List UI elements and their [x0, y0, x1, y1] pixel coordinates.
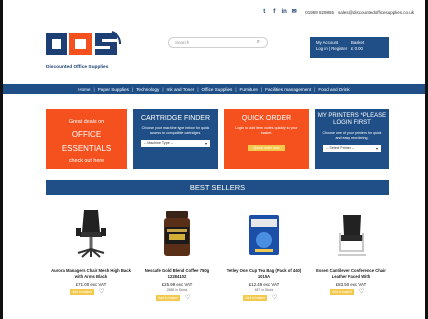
- my-printers-title: MY PRINTERS *PLEASE LOGIN FIRST: [317, 113, 387, 126]
- linkedin-icon[interactable]: in: [281, 9, 287, 15]
- product-name[interactable]: Aurora Managers Chair Mesh High Back wit…: [50, 268, 132, 279]
- product-price: £12.49 exc VAT: [248, 282, 280, 287]
- product-name[interactable]: Essen Cantilever Conference Chair Leathe…: [310, 268, 392, 279]
- dos-logo[interactable]: [46, 30, 121, 70]
- product-card[interactable]: Tetley One Cup Tea Bag (Pack of 440) 101…: [223, 201, 305, 313]
- quick-order-desc: Login to add item codes quickly to your …: [235, 126, 298, 135]
- tea-bags-image[interactable]: [241, 207, 287, 261]
- wishlist-heart-icon[interactable]: ♡: [185, 294, 190, 301]
- login-register-link[interactable]: Log in | Register: [316, 46, 347, 52]
- add-to-basket-button[interactable]: Add to basket: [330, 289, 354, 295]
- cartridge-finder-panel: CARTRIDGE FINDER Choose your machine typ…: [133, 109, 218, 169]
- quick-order-title: QUICK ORDER: [241, 115, 292, 122]
- cartridge-finder-title: CARTRIDGE FINDER: [140, 115, 211, 122]
- quick-order-button[interactable]: Quick order now: [248, 145, 285, 151]
- product-stock: 487 in Stock: [254, 288, 274, 292]
- add-to-basket-button[interactable]: Add to basket: [156, 295, 180, 301]
- coffee-jar-image[interactable]: [154, 207, 200, 261]
- nav-food-and-drink[interactable]: Food and Drink: [318, 87, 349, 92]
- nav-home[interactable]: Home: [78, 87, 90, 92]
- nav-furniture[interactable]: Furniture: [240, 87, 258, 92]
- page: t f in ✉ 01969 829855 sales@discountedof…: [0, 0, 428, 319]
- search-placeholder: Search: [175, 40, 190, 45]
- email-link[interactable]: sales@discountedofficesupplies.co.uk: [338, 10, 414, 15]
- product-name[interactable]: Nescafe Gold Blend Coffee 750g 12284102: [136, 268, 218, 279]
- twitter-icon[interactable]: t: [261, 9, 267, 15]
- nav-facilities-management[interactable]: Facilities management: [265, 87, 311, 92]
- chevron-down-icon: ▾: [375, 146, 378, 151]
- top-bar: t f in ✉ 01969 829855 sales@discountedof…: [261, 9, 414, 15]
- promo-deals-line2: OFFICE: [71, 130, 102, 139]
- wishlist-heart-icon[interactable]: ♡: [99, 288, 104, 295]
- printer-select[interactable]: -- Select Printer -- ▾: [323, 145, 381, 152]
- cantilever-chair-image[interactable]: [328, 207, 374, 261]
- add-to-basket-button[interactable]: Add to basket: [70, 289, 94, 295]
- search-icon[interactable]: ⌕: [257, 39, 260, 46]
- my-printers-desc: Choose one of your printers for quick an…: [322, 131, 382, 140]
- basket-total: £ 0.00: [351, 46, 363, 51]
- promo-deals-cta[interactable]: check out here: [46, 158, 127, 164]
- nav-paper-supplies[interactable]: Paper Supplies: [98, 87, 129, 92]
- nav-technology[interactable]: Technology: [136, 87, 159, 92]
- machine-type-value: -- Machine Type --: [144, 141, 174, 145]
- search-input[interactable]: Search ⌕: [168, 37, 268, 48]
- nav-office-supplies[interactable]: Office Supplies: [202, 87, 233, 92]
- product-name[interactable]: Tetley One Cup Tea Bag (Pack of 440) 101…: [223, 268, 305, 279]
- printer-select-value: -- Select Printer --: [326, 146, 355, 150]
- mesh-chair-image[interactable]: [68, 207, 114, 261]
- product-price: £25.99 exc VAT: [161, 282, 193, 287]
- wishlist-heart-icon[interactable]: ♡: [359, 288, 364, 295]
- office-essentials-promo[interactable]: Great deals on OFFICE ESSENTIALS check o…: [46, 109, 127, 169]
- my-printers-panel: MY PRINTERS *PLEASE LOGIN FIRST Choose o…: [315, 109, 389, 169]
- nav-ink-and-toner[interactable]: Ink and Toner: [167, 87, 195, 92]
- mail-icon[interactable]: ✉: [291, 9, 297, 15]
- quick-order-panel: QUICK ORDER Login to add item codes quic…: [224, 109, 309, 169]
- product-card[interactable]: Nescafe Gold Blend Coffee 750g 12284102 …: [136, 201, 218, 313]
- wishlist-heart-icon[interactable]: ♡: [272, 294, 277, 301]
- cartridge-finder-desc: Choose your machine type below for quick…: [141, 126, 210, 135]
- account-box[interactable]: My Account Log in | Register Basket £ 0.…: [310, 37, 389, 58]
- product-price: £71.00 exc VAT: [75, 282, 107, 287]
- left-border: [0, 0, 3, 319]
- product-card[interactable]: Aurora Managers Chair Mesh High Back wit…: [50, 201, 132, 313]
- best-sellers-heading: BEST SELLERS: [46, 180, 389, 195]
- chevron-down-icon: ▾: [204, 141, 207, 146]
- promo-deals-line3: ESSENTIALS: [61, 144, 112, 153]
- phone-number: 01969 829855: [305, 9, 334, 15]
- promo-deals-line1: Great deals on: [68, 119, 105, 125]
- product-card[interactable]: Essen Cantilever Conference Chair Leathe…: [310, 201, 392, 313]
- product-price: £83.50 exc VAT: [335, 282, 367, 287]
- machine-type-select[interactable]: -- Machine Type -- ▾: [141, 140, 210, 147]
- brand-name: Discounted Office Supplies: [46, 65, 109, 70]
- main-nav: Home | Paper Supplies | Technology | Ink an…: [3, 84, 425, 94]
- add-to-basket-button[interactable]: Add to basket: [243, 295, 267, 301]
- product-stock: 2658 in Stock: [166, 288, 188, 292]
- facebook-icon[interactable]: f: [271, 9, 277, 15]
